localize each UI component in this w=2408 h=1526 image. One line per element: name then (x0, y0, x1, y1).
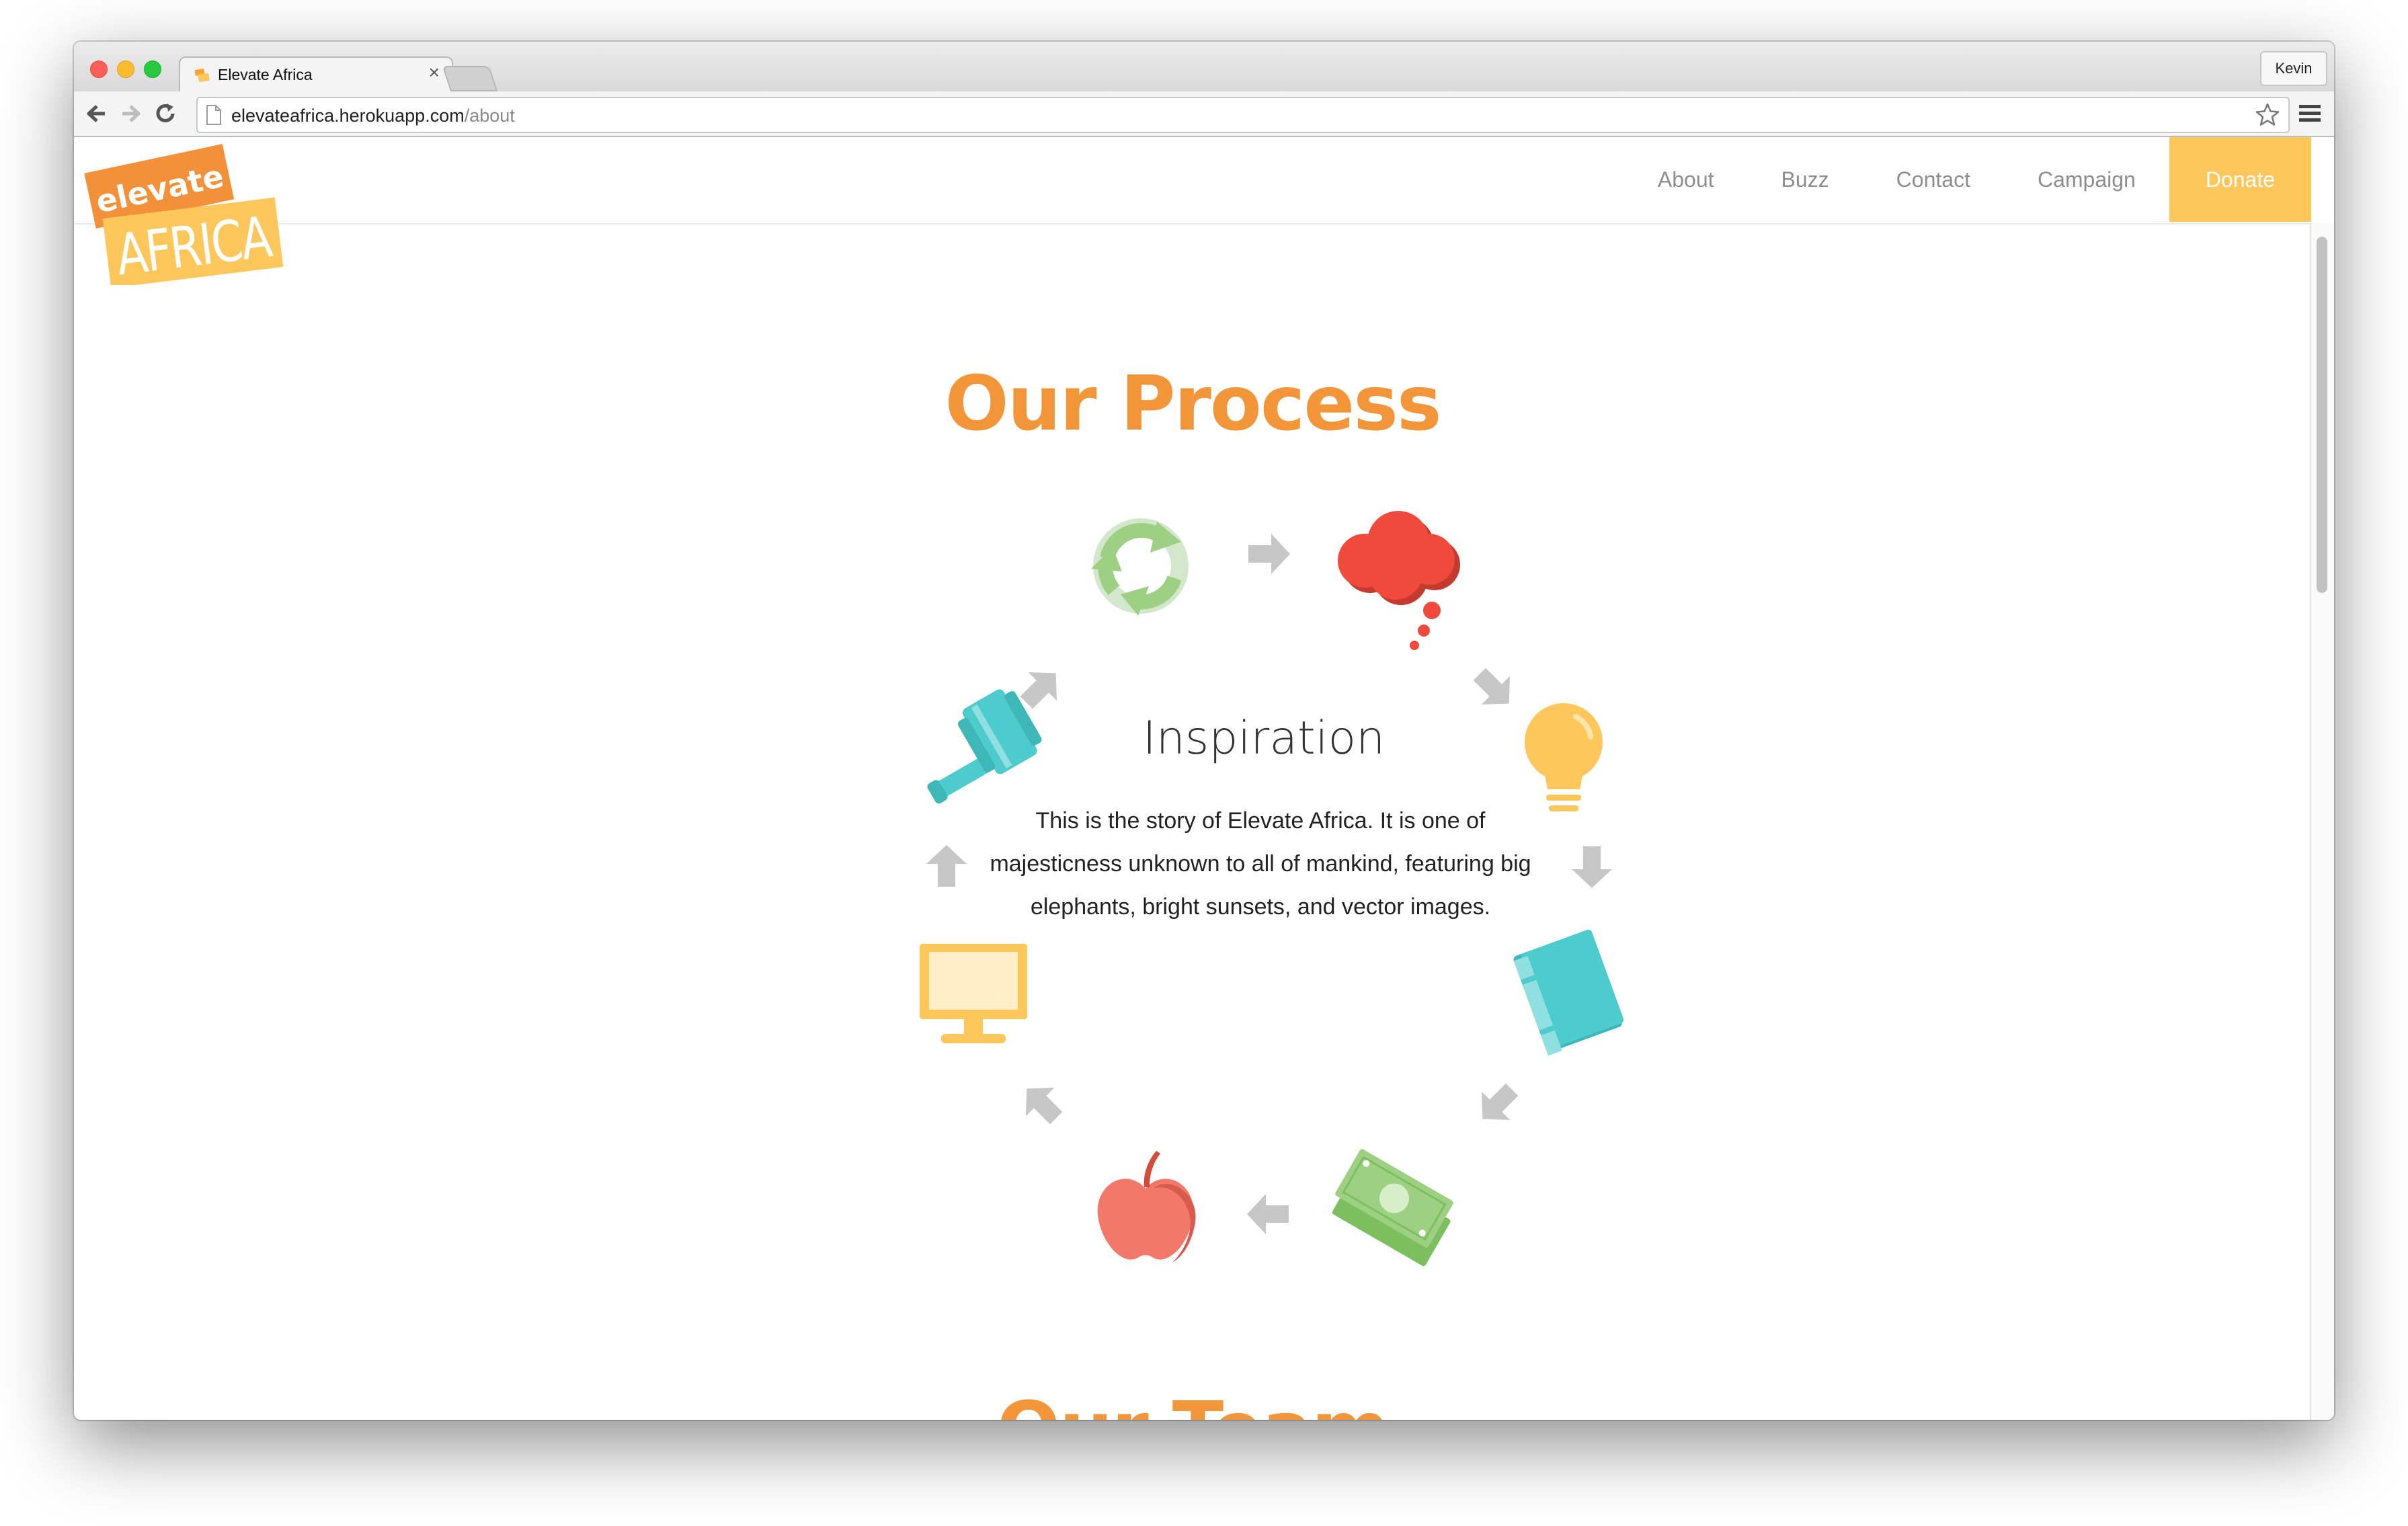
arrow-icon (1248, 534, 1290, 574)
browser-window: Elevate Africa × Kevin elevateafrica.her… (74, 42, 2334, 1420)
team-section-title: Our Team (74, 1386, 2311, 1420)
arrow-icon (1247, 1194, 1289, 1234)
scrollbar-thumb[interactable] (2317, 237, 2327, 593)
recycle-icon (1091, 518, 1189, 616)
arrow-icon (1572, 846, 1612, 888)
process-section-title: Our Process (945, 360, 1441, 448)
arrow-icon (1468, 1075, 1527, 1133)
arrow-icon (926, 845, 967, 887)
tab-strip: Elevate Africa × Kevin (74, 42, 2334, 95)
url-host: elevateafrica.herokuapp.com (231, 106, 465, 126)
url-text: elevateafrica.herokuapp.com/about (231, 106, 515, 126)
url-path: /about (464, 106, 515, 126)
main-nav: About Buzz Contact Campaign Donate (1624, 137, 2311, 222)
page-viewport: About Buzz Contact Campaign Donate eleva… (74, 137, 2334, 1420)
arrow-icon (1012, 1074, 1071, 1133)
donate-button[interactable]: Donate (2169, 137, 2311, 222)
process-step-heading: Inspiration (1142, 712, 1386, 765)
money-icon (1332, 1149, 1453, 1267)
site-header: About Buzz Contact Campaign Donate (74, 137, 2311, 225)
apple-icon (1097, 1151, 1196, 1262)
zoom-window-button[interactable] (144, 61, 161, 78)
nav-about[interactable]: About (1624, 137, 1748, 222)
scrollbar[interactable] (2310, 223, 2334, 1420)
tab-title: Elevate Africa (218, 66, 313, 83)
thought-cloud-icon (1338, 511, 1460, 650)
tab-close-icon[interactable]: × (429, 62, 440, 83)
arrow-icon (1465, 659, 1523, 718)
minimize-window-button[interactable] (117, 61, 134, 78)
browser-toolbar: elevateafrica.herokuapp.com/about (74, 91, 2334, 137)
close-window-button[interactable] (90, 61, 108, 78)
favicon-icon (194, 69, 210, 83)
elevate-africa-logo[interactable]: elevate AFRICA (82, 141, 290, 285)
nav-campaign[interactable]: Campaign (2004, 137, 2169, 222)
address-bar[interactable]: elevateafrica.herokuapp.com/about (196, 97, 2290, 133)
tab-elevate-africa[interactable]: Elevate Africa × (179, 56, 453, 95)
page-icon (206, 105, 221, 125)
forward-arrow-icon[interactable] (118, 101, 144, 126)
hamburger-menu-icon[interactable] (2298, 101, 2322, 126)
new-tab-button[interactable] (442, 66, 498, 91)
back-arrow-icon[interactable] (83, 101, 109, 126)
bookmark-star-icon[interactable] (2255, 102, 2280, 128)
nav-contact[interactable]: Contact (1863, 137, 2004, 222)
monitor-icon (920, 944, 1027, 1043)
reload-icon[interactable] (153, 101, 179, 126)
process-cycle (920, 511, 1624, 1267)
book-icon (1513, 930, 1624, 1056)
nav-buzz[interactable]: Buzz (1748, 137, 1863, 222)
profile-button[interactable]: Kevin (2260, 51, 2327, 86)
process-step-description: This is the story of Elevate Africa. It … (990, 808, 1531, 920)
